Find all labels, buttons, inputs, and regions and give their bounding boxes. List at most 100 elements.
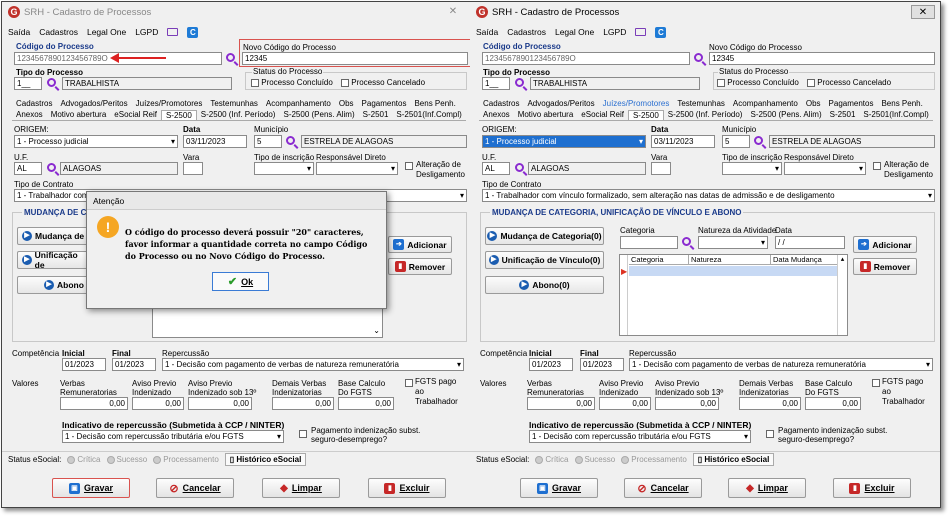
tab-pagamentos[interactable]: Pagamentos bbox=[358, 99, 411, 108]
pagamento-check[interactable] bbox=[766, 429, 774, 438]
repercussao-select[interactable]: 1 - Decisão com pagamento de verbas de n… bbox=[629, 358, 933, 371]
search-icon[interactable] bbox=[694, 53, 703, 62]
search-icon[interactable] bbox=[47, 78, 56, 87]
menu-legal-one[interactable]: Legal One bbox=[87, 27, 126, 37]
critica-radio[interactable]: Crítica bbox=[535, 455, 569, 464]
tab-bens[interactable]: Bens Penh. bbox=[877, 99, 926, 108]
uf-input[interactable]: AL bbox=[14, 162, 42, 175]
grid-scrollbar[interactable]: ▴ bbox=[837, 255, 847, 335]
grid-selected-row[interactable] bbox=[629, 266, 837, 276]
tab-esocial-reif[interactable]: eSocial Reif bbox=[110, 110, 161, 119]
col-data-mudanca[interactable]: Data Mudança bbox=[771, 255, 837, 265]
monitor-icon[interactable] bbox=[635, 28, 647, 36]
adicionar-button[interactable]: ➔ Adicionar bbox=[388, 236, 452, 253]
excluir-button[interactable]: ▮ Excluir bbox=[368, 478, 446, 498]
tab-s2501[interactable]: S-2501 bbox=[359, 110, 393, 119]
base-input[interactable]: 0,00 bbox=[805, 397, 861, 410]
alteracao-check[interactable] bbox=[873, 161, 881, 170]
contrato-select[interactable]: 1 - Trabalhador com vínculo formalizado,… bbox=[482, 189, 935, 202]
search-icon[interactable] bbox=[515, 163, 524, 172]
close-icon[interactable]: ✕ bbox=[911, 5, 935, 19]
grid-scroll-icon[interactable]: ⌄ bbox=[373, 326, 380, 335]
excluir-button[interactable]: ▮ Excluir bbox=[833, 478, 911, 498]
search-icon[interactable] bbox=[682, 237, 691, 246]
demais-input[interactable]: 0,00 bbox=[272, 397, 334, 410]
gravar-button[interactable]: ▣ Gravar bbox=[520, 478, 598, 498]
tab-obs[interactable]: Obs bbox=[335, 99, 358, 108]
mudanca-button[interactable]: ▶ Mudança de Categoria(0) bbox=[485, 227, 604, 245]
historico-button[interactable]: ▯ Histórico eSocial bbox=[224, 453, 307, 466]
menu-legal-one[interactable]: Legal One bbox=[555, 27, 594, 37]
data-input[interactable]: 03/11/2023 bbox=[183, 135, 247, 148]
novo-codigo-input[interactable]: 12345 bbox=[242, 52, 468, 65]
novo-codigo-input[interactable]: 12345 bbox=[709, 52, 935, 65]
cancelado-check[interactable]: Processo Cancelado bbox=[341, 78, 425, 87]
tab-cadastros[interactable]: Cadastros bbox=[479, 99, 523, 108]
repercussao-select[interactable]: 1 - Decisão com pagamento de verbas de n… bbox=[162, 358, 464, 371]
tab-anexos[interactable]: Anexos bbox=[12, 110, 47, 119]
critica-radio[interactable]: Crítica bbox=[67, 455, 101, 464]
tab-cadastros[interactable]: Cadastros bbox=[12, 99, 56, 108]
tipo-code-input[interactable]: 1__ bbox=[14, 77, 42, 90]
gravar-button[interactable]: ▣ Gravar bbox=[52, 478, 130, 498]
menu-lgpd[interactable]: LGPD bbox=[135, 27, 158, 37]
search-icon[interactable] bbox=[515, 78, 524, 87]
tab-s2500-pens[interactable]: S-2500 (Pens. Alim) bbox=[279, 110, 358, 119]
vara-input[interactable] bbox=[651, 162, 671, 175]
tab-s2500-periodo[interactable]: S-2500 (Inf. Período) bbox=[197, 110, 280, 119]
verbas-input[interactable]: 0,00 bbox=[527, 397, 595, 410]
processamento-radio[interactable]: Processamento bbox=[621, 455, 687, 464]
alteracao-check[interactable] bbox=[405, 161, 413, 170]
adicionar-button[interactable]: ➔ Adicionar bbox=[853, 236, 917, 253]
fgts-check[interactable] bbox=[405, 378, 413, 387]
tab-testemunhas[interactable]: Testemunhas bbox=[673, 99, 729, 108]
search-icon[interactable] bbox=[754, 136, 763, 145]
menu-saida[interactable]: Saída bbox=[476, 27, 498, 37]
abono-button[interactable]: ▶ Abono(0) bbox=[485, 276, 604, 294]
aviso-input[interactable]: 0,00 bbox=[132, 397, 184, 410]
cancelado-check[interactable]: Processo Cancelado bbox=[807, 78, 891, 87]
tab-acompanhamento[interactable]: Acompanhamento bbox=[729, 99, 802, 108]
inicial-input[interactable]: 01/2023 bbox=[529, 358, 573, 371]
tab-anexos[interactable]: Anexos bbox=[479, 110, 514, 119]
search-icon[interactable] bbox=[286, 136, 295, 145]
municipio-code[interactable]: 5 bbox=[722, 135, 750, 148]
calendar-icon[interactable]: C bbox=[655, 26, 667, 38]
tab-juizes[interactable]: Juízes/Promotores bbox=[599, 99, 674, 108]
remover-button[interactable]: ▮ Remover bbox=[853, 258, 917, 275]
responsavel-select[interactable] bbox=[784, 162, 866, 175]
tab-obs[interactable]: Obs bbox=[802, 99, 825, 108]
final-input[interactable]: 01/2023 bbox=[580, 358, 624, 371]
municipio-code[interactable]: 5 bbox=[254, 135, 282, 148]
tab-s2500-pens[interactable]: S-2500 (Pens. Alim) bbox=[746, 110, 825, 119]
indicativo-select[interactable]: 1 - Decisão com repercussão tributária e… bbox=[529, 430, 751, 443]
verbas-input[interactable]: 0,00 bbox=[60, 397, 128, 410]
tab-testemunhas[interactable]: Testemunhas bbox=[206, 99, 262, 108]
categoria-input[interactable] bbox=[620, 236, 678, 249]
tab-advogados[interactable]: Advogados/Peritos bbox=[56, 99, 131, 108]
tab-juizes[interactable]: Juízes/Promotores bbox=[132, 99, 207, 108]
responsavel-select[interactable] bbox=[316, 162, 398, 175]
tab-acompanhamento[interactable]: Acompanhamento bbox=[262, 99, 335, 108]
pagamento-check[interactable] bbox=[299, 429, 307, 438]
unificacao-button[interactable]: ▶ Unificação de Vínculo(0) bbox=[485, 251, 604, 269]
fgts-check[interactable] bbox=[872, 378, 880, 387]
monitor-icon[interactable] bbox=[167, 28, 179, 36]
processamento-radio[interactable]: Processamento bbox=[153, 455, 219, 464]
data2-input[interactable]: / / bbox=[775, 236, 845, 249]
inicial-input[interactable]: 01/2023 bbox=[62, 358, 106, 371]
final-input[interactable]: 01/2023 bbox=[112, 358, 156, 371]
menu-cadastros[interactable]: Cadastros bbox=[507, 27, 546, 37]
search-icon[interactable] bbox=[226, 53, 235, 62]
tab-s2500[interactable]: S-2500 bbox=[160, 109, 197, 120]
concluido-check[interactable]: Processo Concluído bbox=[717, 78, 799, 87]
tipo-insc-select[interactable] bbox=[722, 162, 782, 175]
limpar-button[interactable]: ◆ Limpar bbox=[728, 478, 806, 498]
remover-button[interactable]: ▮ Remover bbox=[388, 258, 452, 275]
sucesso-radio[interactable]: Sucesso bbox=[106, 455, 147, 464]
vara-input[interactable] bbox=[183, 162, 203, 175]
close-icon[interactable]: ✕ bbox=[441, 5, 465, 19]
indicativo-select[interactable]: 1 - Decisão com repercussão tributária e… bbox=[62, 430, 284, 443]
base-input[interactable]: 0,00 bbox=[338, 397, 394, 410]
aviso13-input[interactable]: 0,00 bbox=[188, 397, 252, 410]
